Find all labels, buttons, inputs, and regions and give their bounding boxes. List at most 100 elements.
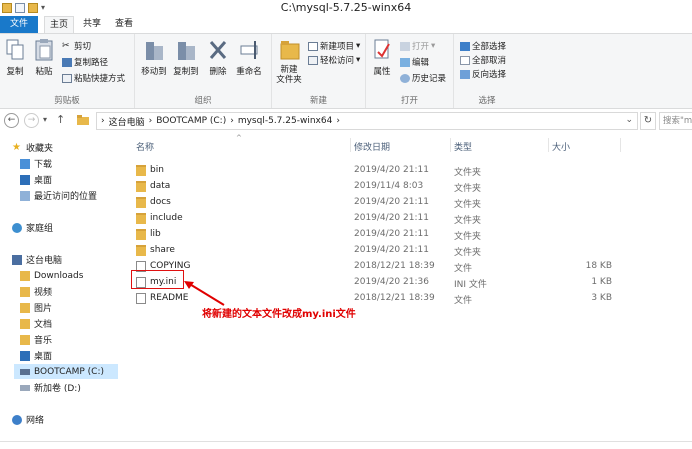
easy-access-button[interactable]: 轻松访问 ▾ (308, 54, 360, 66)
new-folder-icon (279, 38, 300, 62)
recent-places-icon (20, 190, 30, 201)
file-row[interactable]: docs 2019/4/20 21:11 文件夹 (134, 195, 654, 211)
address-box[interactable]: › 这台电脑 › BOOTCAMP (C:) › mysql-5.7.25-wi… (96, 112, 638, 130)
cut-label: 剪切 (74, 42, 92, 52)
nav-pictures[interactable]: 图片 (20, 300, 52, 315)
nav-label: 收藏夹 (26, 144, 54, 154)
tab-view[interactable]: 查看 (110, 16, 138, 33)
file-name: lib (150, 229, 161, 239)
picture-folder-icon (20, 302, 30, 313)
column-header-size[interactable]: 大小 (552, 140, 570, 153)
search-input[interactable]: 搜索"m (659, 112, 692, 130)
properties-button[interactable]: 属性 (370, 38, 394, 77)
invert-selection-button[interactable]: 反向选择 (460, 68, 506, 80)
nav-new-volume[interactable]: 新加卷 (D:) (20, 380, 81, 395)
open-button[interactable]: 打开 ▾ (400, 40, 435, 52)
download-folder-icon (20, 158, 30, 169)
paste-button[interactable]: 粘贴 (32, 38, 56, 77)
edit-button[interactable]: 编辑 (400, 56, 429, 68)
nav-videos[interactable]: 视频 (20, 284, 52, 299)
column-divider[interactable] (350, 138, 351, 152)
column-header-type[interactable]: 类型 (454, 140, 472, 153)
desktop-icon (20, 350, 30, 361)
file-type: 文件夹 (454, 216, 482, 226)
breadcrumb-folder[interactable]: mysql-5.7.25-winx64 (238, 116, 332, 126)
sort-arrow-icon: ^ (236, 134, 242, 142)
select-all-icon (460, 41, 470, 51)
nav-documents[interactable]: 文档 (20, 316, 52, 331)
column-divider[interactable] (548, 138, 549, 152)
nav-label: 视频 (34, 288, 53, 298)
nav-label: 下载 (34, 160, 53, 170)
address-dropdown-icon[interactable]: ⌄ (625, 115, 633, 125)
copy-label: 复制 (6, 67, 24, 77)
new-folder-button[interactable]: 新建 文件夹 (274, 38, 304, 85)
file-name: share (150, 245, 175, 255)
column-header-date[interactable]: 修改日期 (354, 140, 390, 153)
cut-button[interactable]: ✂ 剪切 (62, 40, 91, 52)
history-button[interactable]: 历史记录 (400, 72, 446, 84)
folder-icon (136, 181, 146, 192)
nav-label: Downloads (34, 270, 84, 281)
file-type: 文件夹 (454, 200, 482, 210)
nav-downloads-fav[interactable]: 下载 (20, 156, 52, 171)
new-item-button[interactable]: 新建项目 ▾ (308, 40, 360, 52)
up-arrow-icon[interactable]: ↑ (56, 113, 65, 126)
file-row[interactable]: share 2019/4/20 21:11 文件夹 (134, 243, 654, 259)
file-date: 2018/12/21 18:39 (354, 261, 435, 271)
breadcrumb-drive[interactable]: BOOTCAMP (C:) (156, 116, 226, 126)
nav-this-pc[interactable]: 这台电脑 (12, 252, 62, 267)
edit-label: 编辑 (412, 58, 430, 68)
nav-favorites[interactable]: ★ 收藏夹 (12, 140, 53, 155)
new-group-label: 新建 (309, 96, 327, 106)
forward-button[interactable]: → (24, 113, 39, 128)
copy-to-button[interactable]: 复制到 (171, 38, 201, 77)
delete-button[interactable]: 删除 (205, 38, 231, 77)
nav-network[interactable]: 网络 (12, 412, 44, 427)
move-to-button[interactable]: 移动到 (139, 38, 169, 77)
open-group: 属性 打开 ▾ 编辑 历史记录 打开 (366, 34, 454, 108)
nav-recent[interactable]: 最近访问的位置 (20, 188, 97, 203)
music-folder-icon (20, 334, 30, 345)
tab-file[interactable]: 文件 (0, 16, 38, 33)
column-divider[interactable] (450, 138, 451, 152)
rename-button[interactable]: 重命名 (233, 38, 265, 77)
nav-desktop-fav[interactable]: 桌面 (20, 172, 52, 187)
select-none-label: 全部取消 (472, 56, 507, 66)
select-all-label: 全部选择 (472, 42, 507, 52)
file-type: INI 文件 (454, 280, 487, 290)
file-row[interactable]: lib 2019/4/20 21:11 文件夹 (134, 227, 654, 243)
chevron-down-icon: ▾ (431, 41, 436, 51)
navigation-pane: ★ 收藏夹 下载 桌面 最近访问的位置 家庭组 这台电脑 Downloads 视频… (0, 134, 120, 449)
file-row[interactable]: COPYING 2018/12/21 18:39 文件 18 KB (134, 259, 654, 275)
column-divider[interactable] (620, 138, 621, 152)
recent-dropdown-icon[interactable]: ▾ (43, 115, 47, 124)
file-row[interactable]: data 2019/11/4 8:03 文件夹 (134, 179, 654, 195)
tab-share[interactable]: 共享 (78, 16, 106, 33)
address-bar-row: ← → ▾ ↑ › 这台电脑 › BOOTCAMP (C:) › mysql-5… (0, 110, 692, 132)
paste-shortcut-button[interactable]: 粘贴快捷方式 (62, 72, 125, 84)
file-name: bin (150, 165, 164, 175)
nav-music[interactable]: 音乐 (20, 332, 52, 347)
back-button[interactable]: ← (4, 113, 19, 128)
refresh-button[interactable]: ↻ (640, 112, 656, 130)
select-all-button[interactable]: 全部选择 (460, 40, 506, 52)
tab-home[interactable]: 主页 (44, 16, 74, 33)
open-group-label: 打开 (400, 96, 418, 106)
nav-bootcamp-drive[interactable]: BOOTCAMP (C:) (14, 364, 118, 379)
file-row[interactable]: bin 2019/4/20 21:11 文件夹 (134, 163, 654, 179)
copy-button[interactable]: 复制 (4, 38, 26, 77)
copy-path-button[interactable]: 复制路径 (62, 56, 108, 68)
nav-downloads[interactable]: Downloads (20, 268, 83, 283)
file-name: include (150, 213, 183, 223)
paste-label: 粘贴 (35, 67, 53, 77)
drive-icon (20, 384, 30, 391)
nav-homegroup[interactable]: 家庭组 (12, 220, 53, 235)
column-header-name[interactable]: 名称 (136, 140, 154, 153)
window-title: C:\mysql-5.7.25-winx64 (280, 1, 412, 14)
nav-desktop[interactable]: 桌面 (20, 348, 52, 363)
select-none-button[interactable]: 全部取消 (460, 54, 506, 66)
nav-label: 文档 (34, 320, 53, 330)
breadcrumb-this-pc[interactable]: 这台电脑 (109, 115, 145, 128)
file-row[interactable]: include 2019/4/20 21:11 文件夹 (134, 211, 654, 227)
